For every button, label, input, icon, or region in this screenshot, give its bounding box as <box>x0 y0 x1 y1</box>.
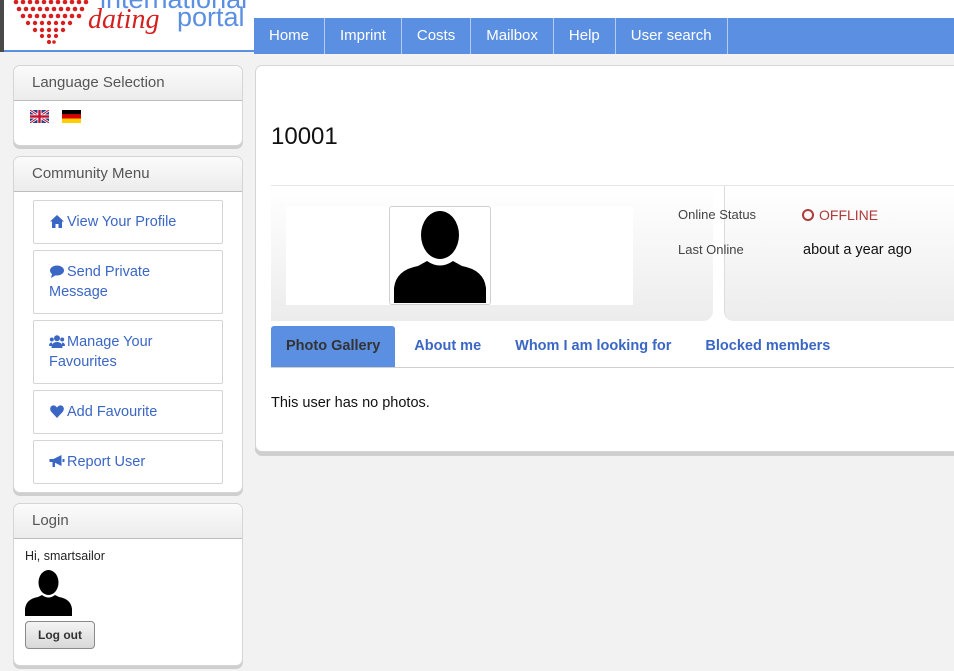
user-greeting: Hi, smartsailor <box>25 549 105 563</box>
heart-icon <box>50 405 64 418</box>
nav-imprint[interactable]: Imprint <box>325 18 402 54</box>
manage-favourites-link[interactable]: Manage Your Favourites <box>33 320 223 384</box>
online-status-value: OFFLINE <box>802 207 878 223</box>
tab-photo-gallery[interactable]: Photo Gallery <box>271 326 396 367</box>
profile-avatar[interactable] <box>389 206 491 305</box>
last-online-label: Last Online <box>678 242 744 257</box>
view-profile-link[interactable]: View Your Profile <box>33 200 223 244</box>
logo-underline <box>4 50 254 52</box>
send-message-link[interactable]: Send Private Message <box>33 250 223 314</box>
offline-status-icon <box>802 209 814 221</box>
community-menu: View Your Profile Send Private Message M… <box>14 192 242 484</box>
avatar-silhouette-icon <box>394 211 486 303</box>
main-nav: Home Imprint Costs Mailbox Help User sea… <box>254 18 954 54</box>
profile-id-title: 10001 <box>271 123 338 150</box>
login-panel-title: Login <box>14 504 242 539</box>
site-logo[interactable]: international dating portal <box>4 0 254 52</box>
logo-text-dating: dating <box>88 4 160 35</box>
logout-button[interactable]: Log out <box>25 621 95 649</box>
login-panel: Login Hi, smartsailor Log out <box>13 503 243 666</box>
nav-costs[interactable]: Costs <box>402 18 472 54</box>
tab-whom-i-am-looking-for[interactable]: Whom I am looking for <box>500 326 686 367</box>
nav-user-search[interactable]: User search <box>616 18 728 54</box>
community-panel: Community Menu View Your Profile Send Pr… <box>13 156 243 493</box>
tab-blocked-members[interactable]: Blocked members <box>690 326 845 367</box>
report-user-label: Report User <box>67 454 146 470</box>
german-flag-icon[interactable] <box>62 110 81 123</box>
online-status-label: Online Status <box>678 207 757 222</box>
tab-about-me[interactable]: About me <box>399 326 496 367</box>
profile-content: 10001 Online Status OFFLINE Last Online … <box>255 65 954 452</box>
community-panel-title: Community Menu <box>14 157 242 192</box>
bullhorn-icon <box>49 455 65 467</box>
view-profile-label: View Your Profile <box>67 214 177 230</box>
user-avatar <box>25 570 72 616</box>
nav-mailbox[interactable]: Mailbox <box>471 18 554 54</box>
language-panel: Language Selection <box>13 65 243 146</box>
add-favourite-label: Add Favourite <box>67 404 158 420</box>
profile-tabs: Photo Gallery About me Whom I am looking… <box>271 326 954 368</box>
logo-text-portal: portal <box>177 2 245 32</box>
language-flags <box>14 101 242 123</box>
home-icon <box>50 215 64 228</box>
comment-icon <box>50 265 64 278</box>
last-online-value: about a year ago <box>803 242 912 258</box>
gallery-empty-message: This user has no photos. <box>271 395 430 411</box>
online-status-text: OFFLINE <box>819 207 879 223</box>
nav-help[interactable]: Help <box>554 18 616 54</box>
language-panel-title: Language Selection <box>14 66 242 101</box>
english-flag-icon[interactable] <box>30 110 49 123</box>
profile-photo-area <box>271 186 713 321</box>
nav-home[interactable]: Home <box>254 18 326 54</box>
users-icon <box>49 335 65 348</box>
add-favourite-link[interactable]: Add Favourite <box>33 390 223 434</box>
heart-dots-icon <box>13 0 89 45</box>
report-user-link[interactable]: Report User <box>33 440 223 484</box>
